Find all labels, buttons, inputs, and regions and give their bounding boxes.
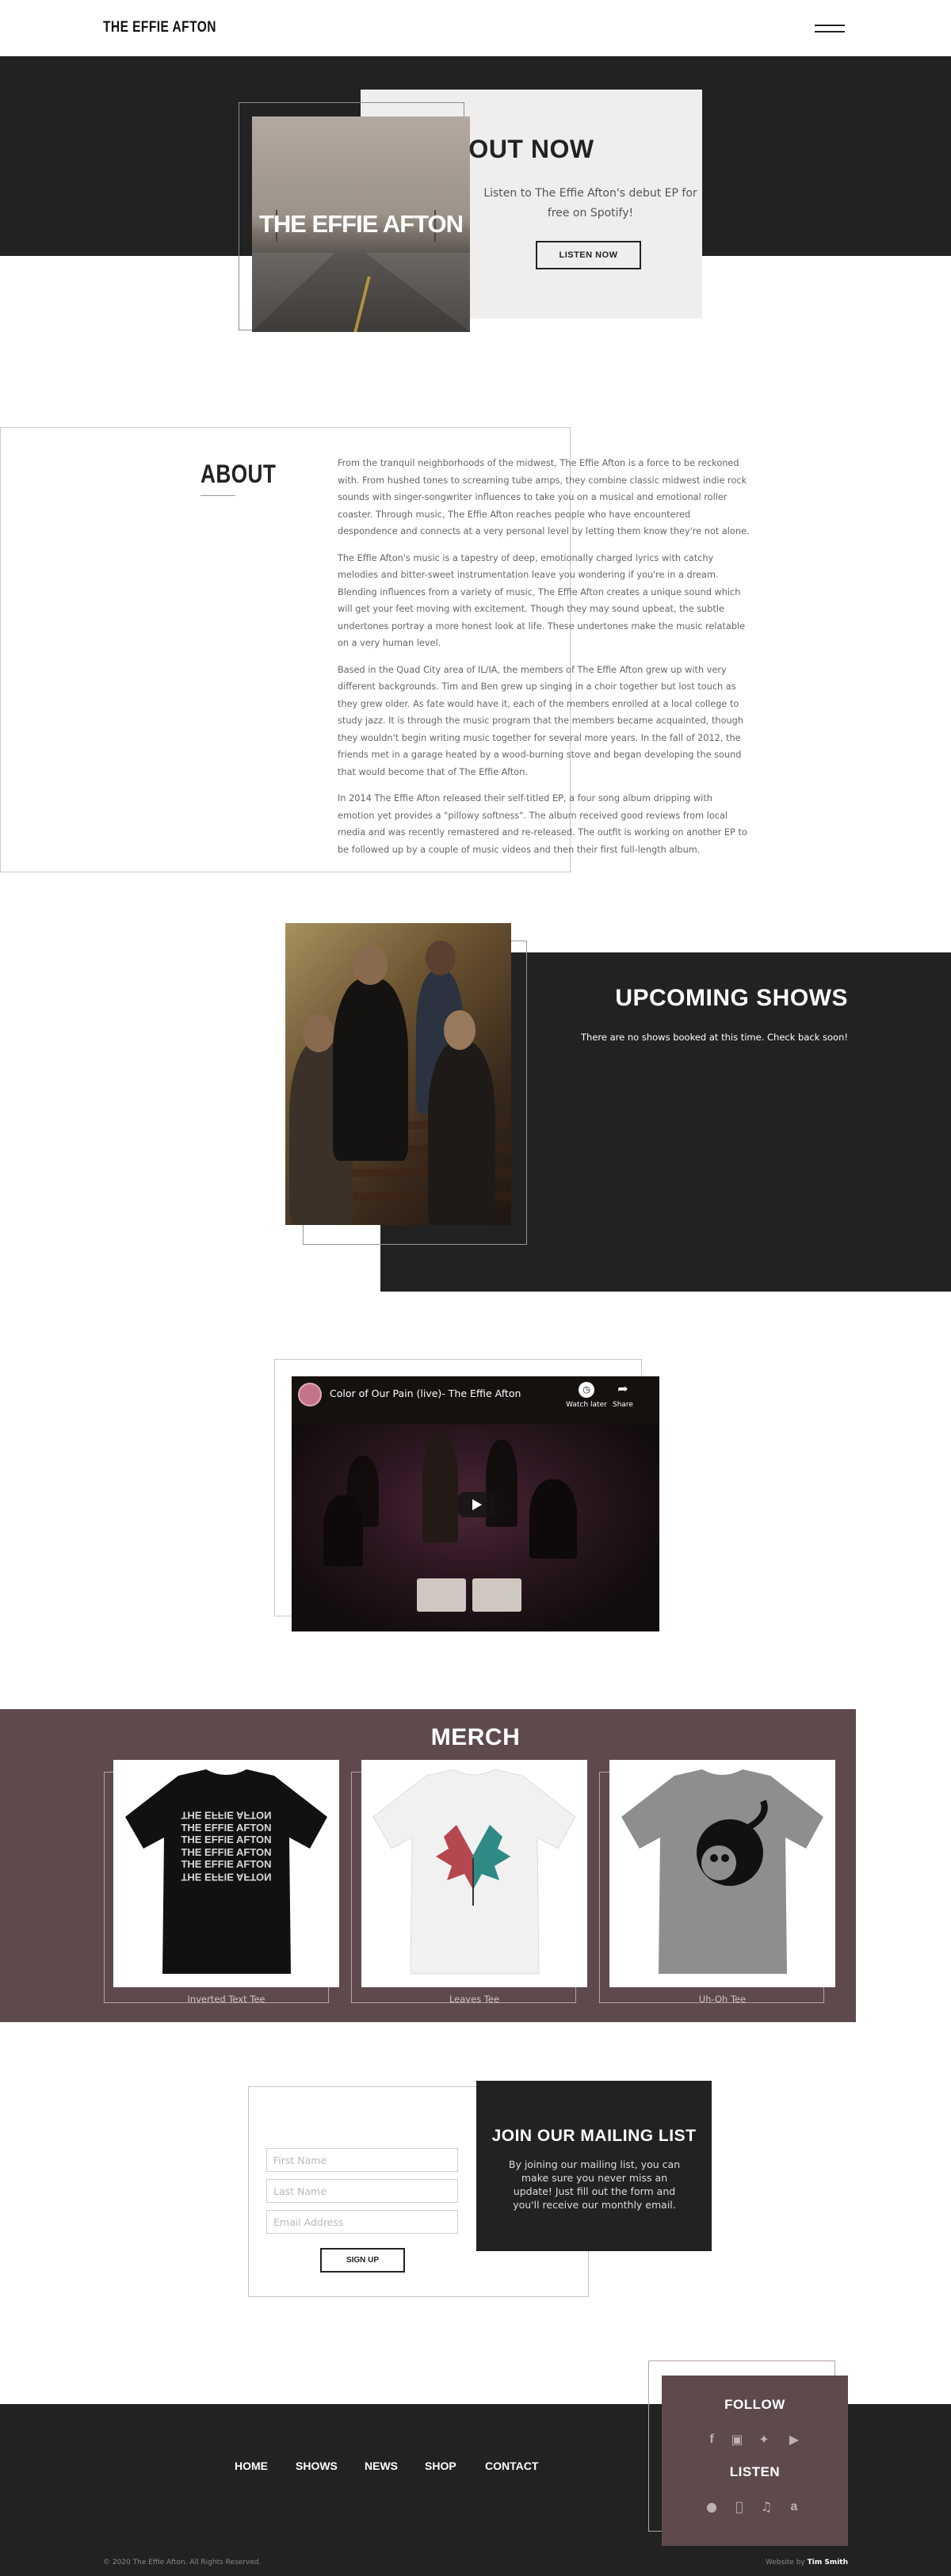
upcoming-shows-text: There are no shows booked at this time. … — [581, 1032, 848, 1043]
website-credit: Website by Tim Smith — [765, 2559, 848, 2566]
youtube-icon[interactable]: ▶ — [785, 2431, 803, 2448]
merch-label[interactable]: Leaves Tee — [361, 1994, 587, 2005]
merch-item-leaves-tee[interactable] — [361, 1760, 587, 1987]
footer-nav-shop[interactable]: SHOP — [425, 2460, 456, 2472]
mailing-list-title: JOIN OUR MAILING LIST — [491, 2127, 697, 2145]
out-now-title: OUT NOW — [468, 135, 594, 163]
spotify-icon[interactable]: ● — [703, 2498, 720, 2516]
about-paragraph: From the tranquil neighborhoods of the m… — [338, 458, 750, 536]
twitter-icon[interactable]: ✦ — [755, 2431, 773, 2448]
about-paragraph: In 2014 The Effie Afton released their s… — [338, 793, 747, 855]
music-note-icon[interactable]: ♫ — [758, 2498, 775, 2516]
white-tshirt-image — [372, 1769, 576, 1975]
mailing-list-text: By joining our mailing list, you can mak… — [508, 2158, 681, 2211]
video-player[interactable]: Color of Our Pain (live)- The Effie Afto… — [292, 1376, 659, 1631]
merch-title: MERCH — [430, 1724, 521, 1750]
upcoming-shows-title: UPCOMING SHOWS — [615, 985, 848, 1011]
follow-title: FOLLOW — [724, 2397, 785, 2412]
share-label[interactable]: Share — [610, 1401, 636, 1409]
inverted-text-print: THE EFFIE AFTON THE EFFIE AFTON THE EFFI… — [181, 1809, 272, 1883]
sign-up-button[interactable]: SIGN UP — [320, 2248, 405, 2273]
merch-item-uh-oh-tee[interactable] — [609, 1760, 835, 1987]
footer-nav-shows[interactable]: SHOWS — [296, 2460, 338, 2472]
video-title[interactable]: Color of Our Pain (live)- The Effie Afto… — [330, 1387, 521, 1399]
first-name-field[interactable] — [266, 2148, 458, 2172]
instagram-icon[interactable]: ▣ — [728, 2431, 746, 2448]
album-art-text: THE EFFIE AFTON — [258, 210, 464, 238]
band-photo — [285, 923, 511, 1225]
watch-later-label[interactable]: Watch later — [566, 1401, 607, 1409]
channel-avatar[interactable] — [298, 1383, 322, 1406]
merch-label[interactable]: Inverted Text Tee — [113, 1994, 339, 2005]
clock-icon[interactable]: ◷ — [579, 1382, 594, 1398]
about-title: ABOUT — [201, 460, 277, 488]
listen-title: LISTEN — [729, 2464, 781, 2479]
footer-nav-contact[interactable]: CONTACT — [485, 2460, 538, 2472]
gray-tshirt-image — [621, 1769, 823, 1974]
apple-icon[interactable]:  — [731, 2498, 748, 2516]
hamburger-menu-icon[interactable] — [815, 22, 845, 35]
email-field[interactable] — [266, 2210, 458, 2234]
merch-label[interactable]: Uh-Oh Tee — [609, 1994, 835, 2005]
out-now-text: Listen to The Effie Afton's debut EP for… — [483, 187, 697, 219]
site-title[interactable]: THE EFFIE AFTON — [103, 19, 216, 36]
merch-item-inverted-text-tee[interactable]: THE EFFIE AFTON THE EFFIE AFTON THE EFFI… — [113, 1760, 339, 1987]
about-body: From the tranquil neighborhoods of the m… — [338, 455, 750, 868]
facebook-icon[interactable]: f — [703, 2431, 720, 2448]
play-button-icon[interactable] — [458, 1492, 495, 1517]
footer-nav-home[interactable]: HOME — [235, 2460, 268, 2472]
about-underline — [201, 495, 235, 496]
last-name-field[interactable] — [266, 2179, 458, 2203]
about-paragraph: Based in the Quad City area of IL/IA, th… — [338, 664, 743, 777]
footer-nav-news[interactable]: NEWS — [365, 2460, 398, 2472]
amazon-icon[interactable]: a — [785, 2498, 803, 2516]
credit-name-link[interactable]: Tim Smith — [808, 2559, 848, 2566]
copyright-text: © 2020 The Effie Afton. All Rights Reser… — [103, 2559, 262, 2566]
about-paragraph: The Effie Afton's music is a tapestry of… — [338, 552, 746, 649]
listen-now-button[interactable]: LISTEN NOW — [536, 241, 641, 269]
share-icon[interactable]: ➦ — [615, 1381, 631, 1397]
